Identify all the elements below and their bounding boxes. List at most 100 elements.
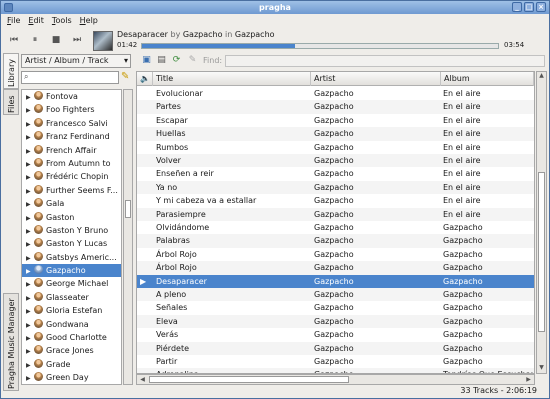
table-row[interactable]: A pleno Gazpacho Gazpacho [137, 288, 534, 302]
stop-icon[interactable]: ■ [49, 34, 63, 46]
playlist-vscroll[interactable]: ▲ ▼ [536, 71, 547, 374]
table-row[interactable]: Partes Gazpacho En el aire [137, 100, 534, 114]
tab-files[interactable]: Files [3, 89, 19, 115]
artist-item[interactable]: ▶ Gala [22, 197, 121, 210]
table-row[interactable]: Enseñen a reir Gazpacho En el aire [137, 167, 534, 180]
progress-bar[interactable] [141, 43, 499, 49]
artist-item[interactable]: ▶ Good Charlotte [22, 331, 121, 344]
tab-music-manager[interactable]: Pragha Music Manager [3, 293, 19, 391]
tag-icon[interactable]: ✎ [187, 55, 198, 66]
table-row[interactable]: Y mi cabeza va a estallar Gazpacho En el a… [137, 194, 534, 207]
expand-icon[interactable]: ▶ [26, 158, 34, 171]
title-bar[interactable]: pragha _ □ × [1, 1, 549, 14]
artist-item[interactable]: ▶ Foo Fighters [22, 103, 121, 116]
scroll-thumb[interactable] [125, 200, 131, 218]
table-row[interactable]: Señales Gazpacho Gazpacho [137, 301, 534, 314]
table-row[interactable]: Parasiempre Gazpacho En el aire [137, 207, 534, 221]
table-row[interactable]: Ya no Gazpacho En el aire [137, 180, 534, 195]
table-row[interactable]: Olvidándome Gazpacho Gazpacho [137, 221, 534, 234]
artist-item[interactable]: ▶ Glasseater [22, 291, 121, 304]
close-icon[interactable]: × [536, 2, 546, 12]
clear-search-icon[interactable]: ✎ [121, 71, 129, 82]
scroll-left-icon[interactable]: ◀ [138, 375, 147, 384]
expand-icon[interactable]: ▶ [26, 345, 34, 358]
expand-icon[interactable]: ▶ [26, 171, 34, 184]
menu-help[interactable]: Help [80, 14, 98, 28]
expand-icon[interactable]: ▶ [26, 332, 34, 345]
artist-item[interactable]: ▶ Gloria Estefan [22, 304, 121, 317]
artist-item[interactable]: ▶ Gazpacho [22, 264, 121, 278]
expand-icon[interactable]: ▶ [26, 131, 34, 144]
previous-icon[interactable]: ⏮ [7, 34, 21, 46]
table-row[interactable]: Piérdete Gazpacho Gazpacho [137, 341, 534, 355]
view-mode-select[interactable]: Artist / Album / Track ▾ [21, 54, 131, 68]
artist-item[interactable]: ▶ Frédéric Chopin [22, 170, 121, 183]
expand-icon[interactable]: ▶ [26, 104, 34, 117]
refresh-icon[interactable]: ⟳ [171, 55, 182, 66]
table-row[interactable]: Rumbos Gazpacho En el aire [137, 141, 534, 154]
artist-item[interactable]: ▶ Gaston Y Lucas [22, 237, 121, 250]
expand-icon[interactable]: ▶ [26, 319, 34, 332]
expand-icon[interactable]: ▶ [26, 145, 34, 158]
artist-item[interactable]: ▶ Fontova [22, 90, 121, 103]
expand-icon[interactable]: ▶ [26, 252, 34, 265]
artist-item[interactable]: ▶ Green Day [22, 371, 121, 384]
volume-icon[interactable]: 🔈 [137, 72, 153, 86]
artist-item[interactable]: ▶ Further Seems F... [22, 184, 121, 197]
scroll-down-icon[interactable]: ▼ [537, 364, 546, 373]
library-scrollbar[interactable] [123, 89, 133, 385]
scroll-right-icon[interactable]: ▶ [524, 375, 533, 384]
add-to-playlist-icon[interactable]: ▣ [141, 55, 152, 66]
expand-icon[interactable]: ▶ [26, 292, 34, 305]
table-row[interactable]: Huellas Gazpacho En el aire [137, 127, 534, 141]
menu-tools[interactable]: Tools [52, 14, 72, 28]
menu-file[interactable]: File [7, 14, 20, 28]
expand-icon[interactable]: ▶ [26, 372, 34, 384]
window-menu-icon[interactable] [4, 3, 13, 12]
pause-icon[interactable]: ⏸ [28, 34, 42, 46]
table-row[interactable]: Partir Gazpacho Gazpacho [137, 355, 534, 368]
artist-item[interactable]: ▶ George Michael [22, 277, 121, 290]
artist-item[interactable]: ▶ From Autumn to [22, 157, 121, 170]
maximize-icon[interactable]: □ [524, 2, 534, 12]
artist-item[interactable]: ▶ Grade [22, 358, 121, 371]
expand-icon[interactable]: ▶ [26, 265, 34, 278]
expand-icon[interactable]: ▶ [26, 225, 34, 238]
artist-item[interactable]: ▶ Franz Ferdinand [22, 130, 121, 143]
expand-icon[interactable]: ▶ [26, 305, 34, 318]
scroll-up-icon[interactable]: ▲ [537, 72, 546, 81]
save-playlist-icon[interactable]: ▤ [156, 55, 167, 66]
next-icon[interactable]: ⏭ [70, 34, 84, 46]
column-album[interactable]: Album [441, 72, 534, 86]
artist-item[interactable]: ▶ Gatsbys Americ... [22, 251, 121, 264]
expand-icon[interactable]: ▶ [26, 185, 34, 198]
artist-item[interactable]: ▶ French Affair [22, 144, 121, 157]
table-row[interactable]: Volver Gazpacho En el aire [137, 154, 534, 168]
table-row[interactable]: Árbol Rojo Gazpacho Gazpacho [137, 261, 534, 275]
expand-icon[interactable]: ▶ [26, 118, 34, 131]
table-row[interactable]: Evolucionar Gazpacho En el aire [137, 87, 534, 100]
menu-edit[interactable]: Edit [28, 14, 44, 28]
table-row[interactable]: Escapar Gazpacho En el aire [137, 114, 534, 127]
artist-item[interactable]: ▶ Francesco Salvi [22, 117, 121, 130]
column-title[interactable]: Title [153, 72, 311, 86]
artist-item[interactable]: ▶ Grace Jones [22, 344, 121, 357]
artist-item[interactable]: ▶ Gaston Y Bruno [22, 224, 121, 237]
expand-icon[interactable]: ▶ [26, 212, 34, 225]
tab-library[interactable]: Library [3, 53, 19, 89]
artist-item[interactable]: ▶ Gondwana [22, 318, 121, 331]
expand-icon[interactable]: ▶ [26, 91, 34, 104]
table-row[interactable]: Eleva Gazpacho Gazpacho [137, 314, 534, 329]
expand-icon[interactable]: ▶ [26, 198, 34, 211]
library-search-input[interactable]: ⌕ [21, 71, 119, 84]
table-row[interactable]: Palabras Gazpacho Gazpacho [137, 234, 534, 248]
artist-item[interactable]: ▶ Gaston [22, 211, 121, 224]
minimize-icon[interactable]: _ [512, 2, 522, 12]
column-artist[interactable]: Artist [311, 72, 441, 86]
scroll-thumb[interactable] [538, 172, 545, 332]
table-row[interactable]: ▶ Desaparacer Gazpacho Gazpacho [137, 274, 534, 288]
expand-icon[interactable]: ▶ [26, 238, 34, 251]
playlist-hscroll[interactable]: ◀ ▶ [136, 374, 535, 385]
scroll-thumb[interactable] [149, 376, 349, 383]
expand-icon[interactable]: ▶ [26, 278, 34, 291]
